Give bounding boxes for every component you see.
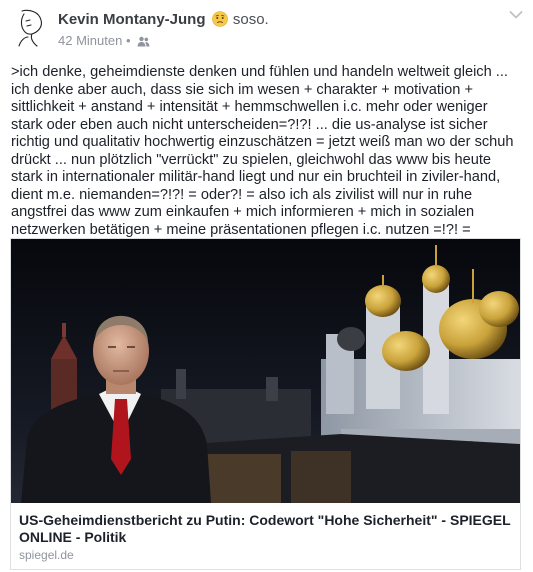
timestamp[interactable]: 42 Minuten — [58, 33, 122, 48]
chevron-down-icon[interactable] — [509, 10, 523, 20]
link-domain: spiegel.de — [19, 548, 74, 562]
feeling-text: soso. — [232, 11, 269, 28]
post-header: Kevin Montany-Jung soso. 42 Minuten • — [0, 0, 533, 58]
post-meta: 42 Minuten • — [58, 33, 150, 48]
link-title[interactable]: US-Geheimdienstbericht zu Putin: Codewor… — [19, 512, 514, 546]
author-name[interactable]: Kevin Montany-Jung — [58, 11, 206, 28]
meta-separator: • — [125, 33, 131, 48]
post-text: >ich denke, geheimdienste denken und füh… — [11, 64, 514, 255]
avatar[interactable] — [10, 8, 50, 48]
link-preview-card[interactable]: US-Geheimdienstbericht zu Putin: Codewor… — [10, 238, 521, 570]
kremlin-photo — [11, 239, 520, 503]
link-preview-image[interactable] — [11, 239, 520, 503]
author-line: Kevin Montany-Jung soso. — [58, 11, 269, 28]
friends-icon[interactable] — [137, 36, 150, 47]
worried-face-emoji-icon — [211, 11, 228, 27]
